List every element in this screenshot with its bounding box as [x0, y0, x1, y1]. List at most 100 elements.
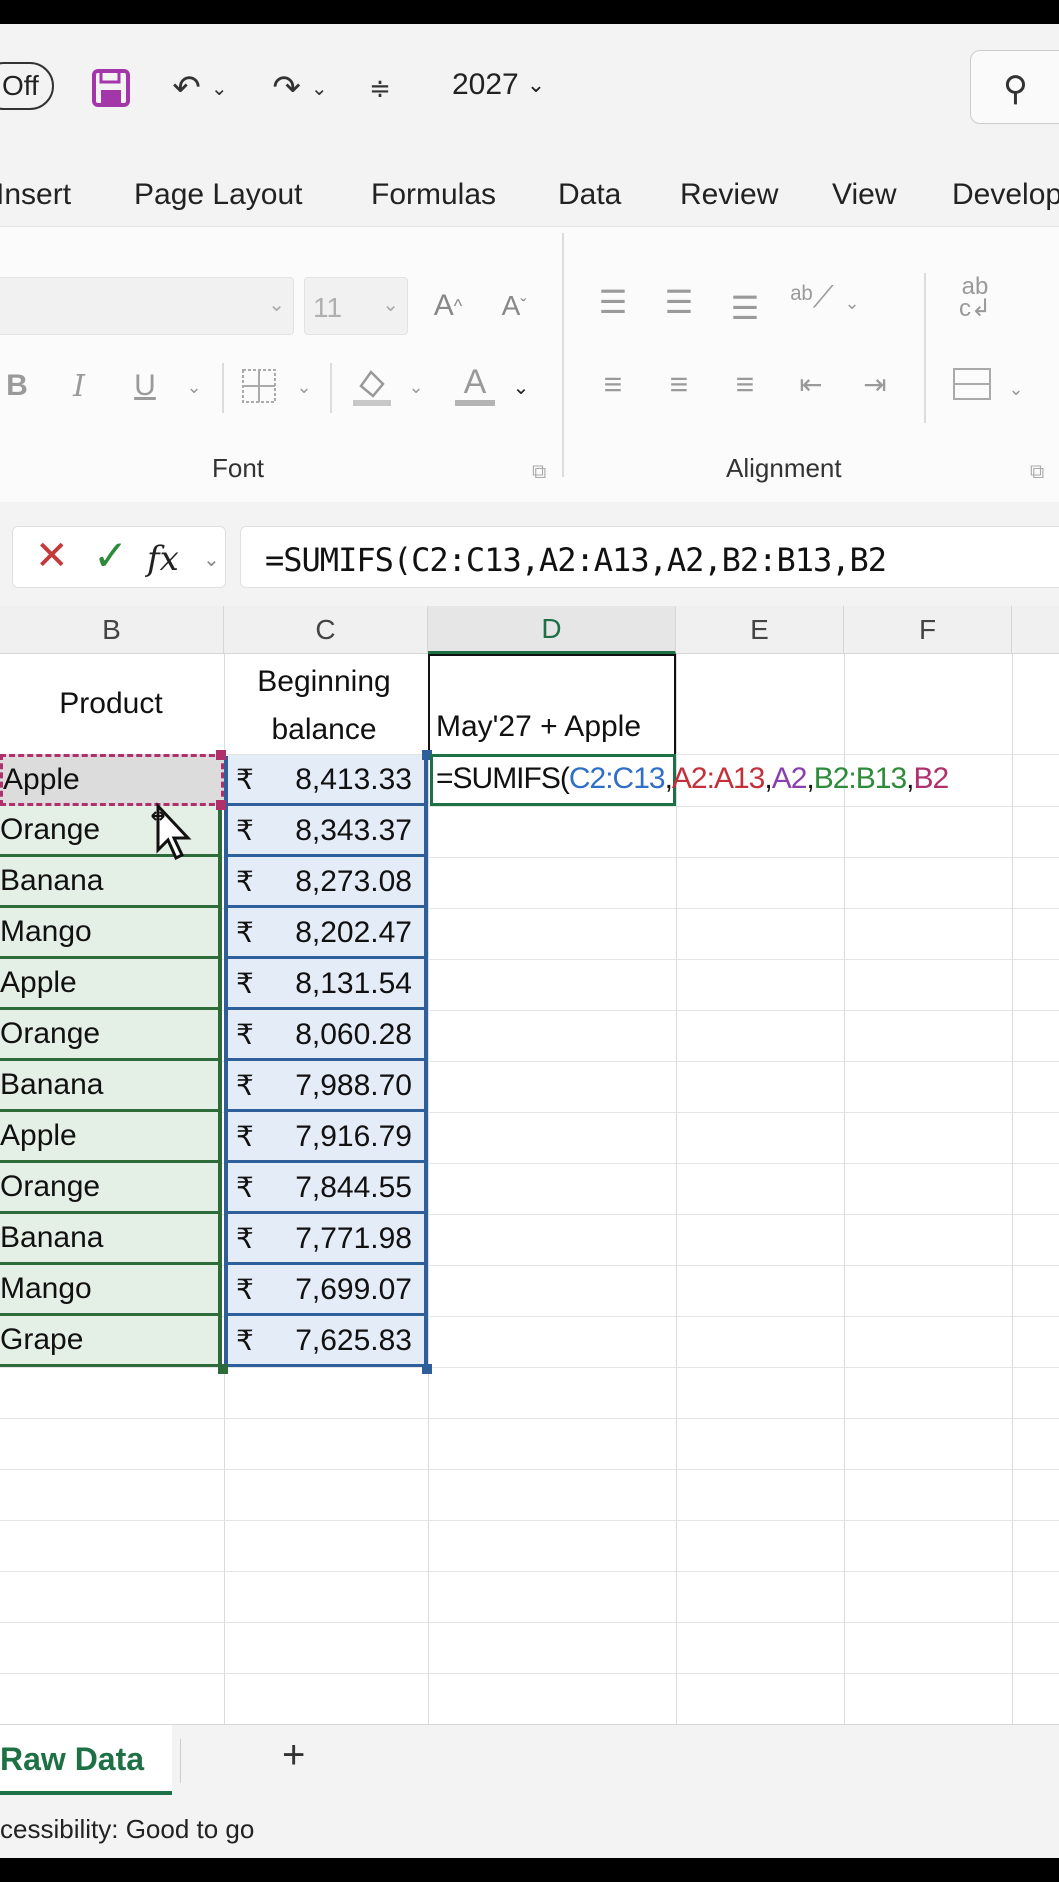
cell-b9[interactable]: Apple: [0, 1112, 222, 1163]
align-bottom-icon[interactable]: ☰: [722, 283, 768, 333]
cell-c3[interactable]: ₹8,343.37: [228, 806, 424, 857]
currency-symbol: ₹: [236, 1019, 254, 1050]
column-header-d[interactable]: D: [428, 606, 676, 654]
currency-symbol: ₹: [236, 815, 254, 846]
accessibility-status[interactable]: cessibility: Good to go: [0, 1814, 254, 1844]
chevron-down-icon[interactable]: ⌄: [1006, 369, 1026, 409]
sheet-tab-raw-data[interactable]: Raw Data: [0, 1725, 172, 1795]
italic-button[interactable]: I: [62, 357, 96, 415]
align-center-icon[interactable]: ≡: [656, 359, 702, 409]
redo-icon[interactable]: ↷ ⌄: [260, 64, 340, 112]
underline-button[interactable]: U: [128, 357, 162, 415]
cancel-icon[interactable]: ✕: [35, 533, 69, 579]
search-box[interactable]: ⚲: [970, 50, 1059, 124]
cell-b1[interactable]: Product: [0, 654, 222, 754]
tab-view[interactable]: View: [832, 178, 896, 212]
cell-b13[interactable]: Grape: [0, 1316, 222, 1367]
undo-icon[interactable]: ↶ ⌄: [160, 64, 240, 112]
currency-symbol: ₹: [236, 764, 254, 795]
column-header-f[interactable]: F: [844, 606, 1012, 654]
merge-center-icon[interactable]: [948, 359, 996, 409]
font-color-icon[interactable]: A: [452, 353, 498, 415]
increase-indent-icon[interactable]: ⇥: [852, 359, 898, 409]
cell-c11[interactable]: ₹7,771.98: [228, 1214, 424, 1265]
chevron-down-icon[interactable]: ⌄: [184, 367, 204, 407]
save-icon[interactable]: [88, 64, 134, 112]
cell-b2-reference[interactable]: Apple: [0, 754, 224, 806]
cell-b11[interactable]: Banana: [0, 1214, 222, 1265]
chevron-down-icon[interactable]: ⌄: [203, 547, 220, 572]
insert-function-button[interactable]: fx: [147, 539, 179, 579]
tab-review[interactable]: Review: [680, 178, 778, 212]
font-dialog-launcher-icon[interactable]: ⧉: [532, 461, 546, 484]
borders-icon[interactable]: [236, 357, 282, 415]
cell-b7[interactable]: Orange: [0, 1010, 222, 1061]
range-handle[interactable]: [216, 800, 226, 810]
currency-symbol: ₹: [236, 1223, 254, 1254]
chevron-down-icon[interactable]: ⌄: [510, 367, 532, 407]
cell-c1[interactable]: Beginning balance: [224, 654, 424, 754]
cell-d1[interactable]: May'27 + Apple: [428, 654, 676, 754]
column-header-b[interactable]: B: [0, 606, 224, 654]
cell-b12[interactable]: Mango: [0, 1265, 222, 1316]
column-header-c[interactable]: C: [224, 606, 428, 654]
fill-color-icon[interactable]: [348, 355, 396, 417]
tab-data[interactable]: Data: [558, 178, 621, 212]
range-handle[interactable]: [216, 750, 226, 760]
range-handle[interactable]: [218, 1364, 228, 1374]
cell-c9[interactable]: ₹7,916.79: [228, 1112, 424, 1163]
font-name-combo[interactable]: ⌄: [0, 277, 294, 335]
column-header-g[interactable]: [1012, 606, 1059, 654]
chevron-down-icon[interactable]: ⌄: [211, 76, 228, 101]
range-handle[interactable]: [422, 1364, 432, 1374]
alignment-dialog-launcher-icon[interactable]: ⧉: [1030, 461, 1044, 484]
enter-icon[interactable]: ✓: [93, 531, 128, 580]
bold-button[interactable]: B: [0, 357, 34, 415]
chevron-down-icon[interactable]: ⌄: [842, 283, 862, 323]
cell-b8[interactable]: Banana: [0, 1061, 222, 1112]
font-size-combo[interactable]: 11 ⌄: [304, 277, 408, 335]
formula-input[interactable]: =SUMIFS(C2:C13,A2:A13,A2,B2:B13,B2: [240, 526, 1059, 588]
cell-c13[interactable]: ₹7,625.83: [228, 1316, 424, 1367]
align-middle-icon[interactable]: ☰: [656, 277, 702, 327]
tab-insert[interactable]: Insert: [0, 178, 71, 212]
orientation-icon[interactable]: ᵃᵇ⟋: [788, 273, 836, 323]
worksheet-grid[interactable]: B C D E F Product Beginning balance May'…: [0, 606, 1059, 1748]
customize-icon[interactable]: ≑: [360, 64, 400, 112]
formula-controls: ✕ ✓ fx ⌄: [12, 526, 226, 588]
cell-c7[interactable]: ₹8,060.28: [228, 1010, 424, 1061]
align-left-icon[interactable]: ≡: [590, 359, 636, 409]
autosave-toggle[interactable]: Off: [0, 62, 54, 110]
cell-b6[interactable]: Apple: [0, 959, 222, 1010]
chevron-down-icon[interactable]: ⌄: [406, 367, 426, 407]
range-border-c: [224, 756, 228, 1368]
decrease-indent-icon[interactable]: ⇤: [788, 359, 834, 409]
cell-c6[interactable]: ₹8,131.54: [228, 959, 424, 1010]
tab-page-layout[interactable]: Page Layout: [134, 178, 302, 212]
cell-c8[interactable]: ₹7,988.70: [228, 1061, 424, 1112]
add-sheet-button[interactable]: +: [282, 1733, 305, 1778]
align-top-icon[interactable]: ☰: [590, 277, 636, 327]
cell-c12[interactable]: ₹7,699.07: [228, 1265, 424, 1316]
wrap-text-icon[interactable]: ab c↲: [952, 273, 998, 323]
cell-b10[interactable]: Orange: [0, 1163, 222, 1214]
formula-part: ,: [906, 762, 914, 795]
cell-c10[interactable]: ₹7,844.55: [228, 1163, 424, 1214]
tab-formulas[interactable]: Formulas: [371, 178, 496, 212]
increase-font-icon[interactable]: A ^: [424, 277, 472, 335]
cell-b5[interactable]: Mango: [0, 908, 222, 959]
file-name-button[interactable]: 2027 ⌄: [452, 68, 545, 102]
currency-symbol: ₹: [236, 866, 254, 897]
chevron-down-icon[interactable]: ⌄: [311, 76, 328, 101]
cell-c4[interactable]: ₹8,273.08: [228, 857, 424, 908]
cell-c2[interactable]: ₹8,413.33: [228, 755, 424, 806]
cell-c5[interactable]: ₹8,202.47: [228, 908, 424, 959]
ribbon: ⌄ 11 ⌄ A ^ Aˇ B I U ⌄ ⌄ ⌄ A ⌄ ☰ ☰ ☰ ᵃᵇ⟋ ⌄ …: [0, 226, 1059, 504]
chevron-down-icon[interactable]: ⌄: [294, 367, 314, 407]
align-right-icon[interactable]: ≡: [722, 359, 768, 409]
currency-symbol: ₹: [236, 968, 254, 999]
decrease-font-icon[interactable]: Aˇ: [490, 277, 538, 335]
cell-d2-formula: =SUMIFS(C2:C13,A2:A13,A2,B2:B13,B2: [436, 762, 949, 796]
column-header-e[interactable]: E: [676, 606, 844, 654]
tab-developer[interactable]: Develop: [952, 178, 1059, 212]
